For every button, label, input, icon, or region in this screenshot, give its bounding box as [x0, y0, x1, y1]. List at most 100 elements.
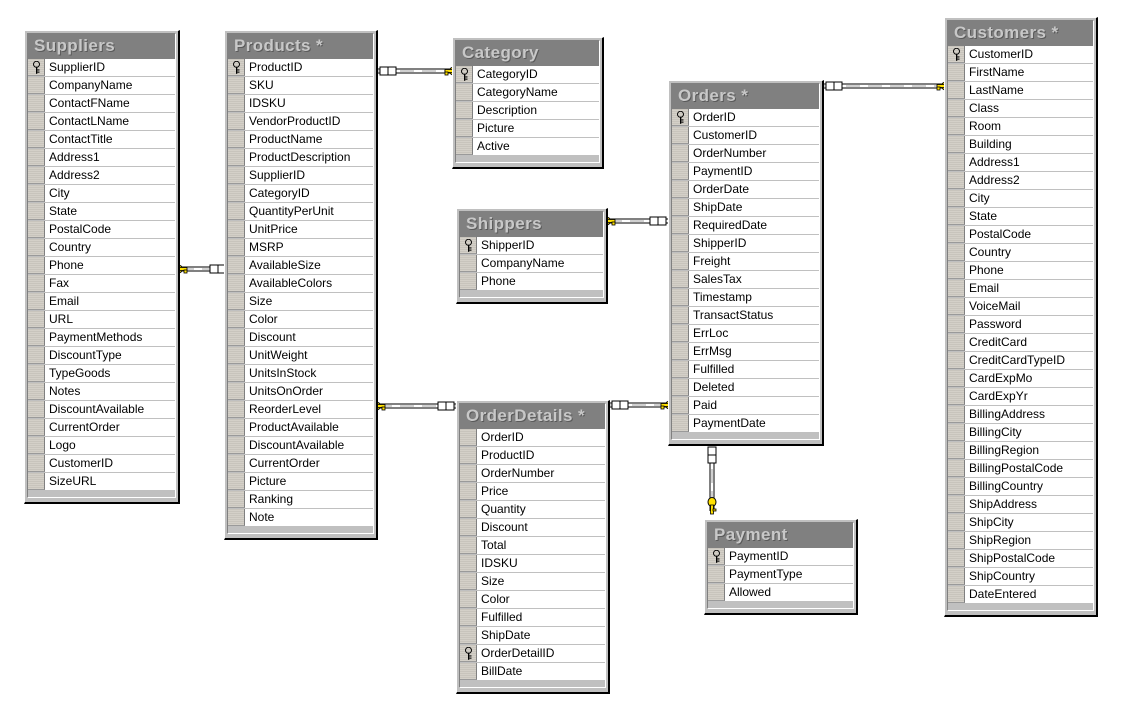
table-title-payment[interactable]: Payment: [708, 523, 853, 547]
field-row[interactable]: Phone: [28, 257, 175, 275]
field-row[interactable]: ShipAddress: [948, 496, 1093, 514]
field-row[interactable]: Discount: [228, 329, 373, 347]
field-row-primary-key[interactable]: PaymentID: [708, 548, 853, 566]
field-row[interactable]: SizeURL: [28, 473, 175, 491]
table-customers[interactable]: Customers * CustomerID FirstName LastName Cl…: [944, 17, 1098, 617]
field-row[interactable]: ReorderLevel: [228, 401, 373, 419]
field-row[interactable]: ContactLName: [28, 113, 175, 131]
field-row[interactable]: DiscountAvailable: [28, 401, 175, 419]
field-row-primary-key[interactable]: ProductID: [228, 59, 373, 77]
field-row-primary-key[interactable]: CustomerID: [948, 46, 1093, 64]
field-row[interactable]: State: [948, 208, 1093, 226]
field-row[interactable]: LastName: [948, 82, 1093, 100]
field-row[interactable]: UnitsInStock: [228, 365, 373, 383]
field-row[interactable]: ContactFName: [28, 95, 175, 113]
field-row[interactable]: Freight: [672, 253, 819, 271]
field-row[interactable]: Quantity: [460, 501, 605, 519]
field-row[interactable]: VendorProductID: [228, 113, 373, 131]
field-row[interactable]: Address1: [28, 149, 175, 167]
field-row[interactable]: ShipRegion: [948, 532, 1093, 550]
field-row[interactable]: BillingPostalCode: [948, 460, 1093, 478]
field-row[interactable]: PostalCode: [28, 221, 175, 239]
field-row[interactable]: Address1: [948, 154, 1093, 172]
rel-orderdetails-orders[interactable]: [610, 395, 675, 415]
field-row[interactable]: FirstName: [948, 64, 1093, 82]
table-suppliers[interactable]: Suppliers SupplierID CompanyName ContactFNa…: [24, 30, 180, 504]
field-row[interactable]: CustomerID: [672, 127, 819, 145]
field-row[interactable]: City: [948, 190, 1093, 208]
rel-orders-customers[interactable]: [824, 76, 951, 96]
field-row[interactable]: ContactTitle: [28, 131, 175, 149]
table-orders[interactable]: Orders * OrderID CustomerID OrderNumber Paym…: [668, 80, 824, 446]
field-row[interactable]: Building: [948, 136, 1093, 154]
field-row[interactable]: Total: [460, 537, 605, 555]
field-row[interactable]: ProductName: [228, 131, 373, 149]
field-row[interactable]: City: [28, 185, 175, 203]
field-row[interactable]: Size: [460, 573, 605, 591]
field-row[interactable]: ShipDate: [672, 199, 819, 217]
field-row[interactable]: CreditCard: [948, 334, 1093, 352]
table-title-orders[interactable]: Orders *: [672, 84, 819, 108]
table-title-category[interactable]: Category: [456, 41, 599, 65]
table-title-orderdetails[interactable]: OrderDetails *: [460, 404, 605, 428]
field-row[interactable]: IDSKU: [228, 95, 373, 113]
rel-products-orderdetails[interactable]: [371, 396, 456, 416]
field-row[interactable]: UnitWeight: [228, 347, 373, 365]
field-row[interactable]: Color: [228, 311, 373, 329]
field-row[interactable]: OrderDate: [672, 181, 819, 199]
field-row[interactable]: Phone: [460, 273, 603, 291]
field-row[interactable]: DateEntered: [948, 586, 1093, 604]
field-row[interactable]: ErrLoc: [672, 325, 819, 343]
field-row[interactable]: CategoryName: [456, 84, 599, 102]
field-row[interactable]: Deleted: [672, 379, 819, 397]
field-row[interactable]: PaymentDate: [672, 415, 819, 433]
field-row[interactable]: ProductAvailable: [228, 419, 373, 437]
field-row[interactable]: SupplierID: [228, 167, 373, 185]
field-row[interactable]: VoiceMail: [948, 298, 1093, 316]
field-row[interactable]: RequiredDate: [672, 217, 819, 235]
field-row[interactable]: QuantityPerUnit: [228, 203, 373, 221]
field-row[interactable]: BillingRegion: [948, 442, 1093, 460]
field-row[interactable]: Note: [228, 509, 373, 527]
field-row[interactable]: ErrMsg: [672, 343, 819, 361]
field-row[interactable]: Email: [28, 293, 175, 311]
field-row[interactable]: Notes: [28, 383, 175, 401]
field-row[interactable]: Color: [460, 591, 605, 609]
field-row[interactable]: PostalCode: [948, 226, 1093, 244]
field-row[interactable]: ShipPostalCode: [948, 550, 1093, 568]
field-row[interactable]: Country: [948, 244, 1093, 262]
field-row[interactable]: BillDate: [460, 663, 605, 681]
rel-orders-payment[interactable]: [702, 446, 722, 515]
table-products[interactable]: Products * ProductID SKU IDSKU VendorProduct…: [224, 30, 378, 540]
field-row[interactable]: Discount: [460, 519, 605, 537]
field-row[interactable]: BillingAddress: [948, 406, 1093, 424]
field-row[interactable]: OrderNumber: [672, 145, 819, 163]
field-row[interactable]: Paid: [672, 397, 819, 415]
field-row[interactable]: TypeGoods: [28, 365, 175, 383]
field-row[interactable]: PaymentMethods: [28, 329, 175, 347]
field-row[interactable]: OrderID: [460, 429, 605, 447]
table-category[interactable]: Category CategoryID CategoryName Descriptio…: [452, 37, 604, 169]
field-row[interactable]: CreditCardTypeID: [948, 352, 1093, 370]
field-row[interactable]: Fulfilled: [460, 609, 605, 627]
field-row[interactable]: BillingCountry: [948, 478, 1093, 496]
field-row[interactable]: Fax: [28, 275, 175, 293]
field-row-primary-key[interactable]: CategoryID: [456, 66, 599, 84]
field-row[interactable]: Email: [948, 280, 1093, 298]
field-row[interactable]: SalesTax: [672, 271, 819, 289]
field-row[interactable]: Ranking: [228, 491, 373, 509]
field-row[interactable]: ProductID: [460, 447, 605, 465]
field-row[interactable]: UnitPrice: [228, 221, 373, 239]
field-row[interactable]: Price: [460, 483, 605, 501]
table-title-shippers[interactable]: Shippers: [460, 212, 603, 236]
field-row[interactable]: UnitsOnOrder: [228, 383, 373, 401]
field-row-primary-key[interactable]: ShipperID: [460, 237, 603, 255]
table-orderdetails[interactable]: OrderDetails * OrderID ProductID OrderNumbe…: [456, 400, 610, 694]
field-row[interactable]: OrderNumber: [460, 465, 605, 483]
field-row[interactable]: MSRP: [228, 239, 373, 257]
field-row[interactable]: CompanyName: [28, 77, 175, 95]
table-shippers[interactable]: Shippers ShipperID CompanyName Phone: [456, 208, 608, 304]
field-row[interactable]: Country: [28, 239, 175, 257]
field-row[interactable]: IDSKU: [460, 555, 605, 573]
field-row[interactable]: AvailableColors: [228, 275, 373, 293]
